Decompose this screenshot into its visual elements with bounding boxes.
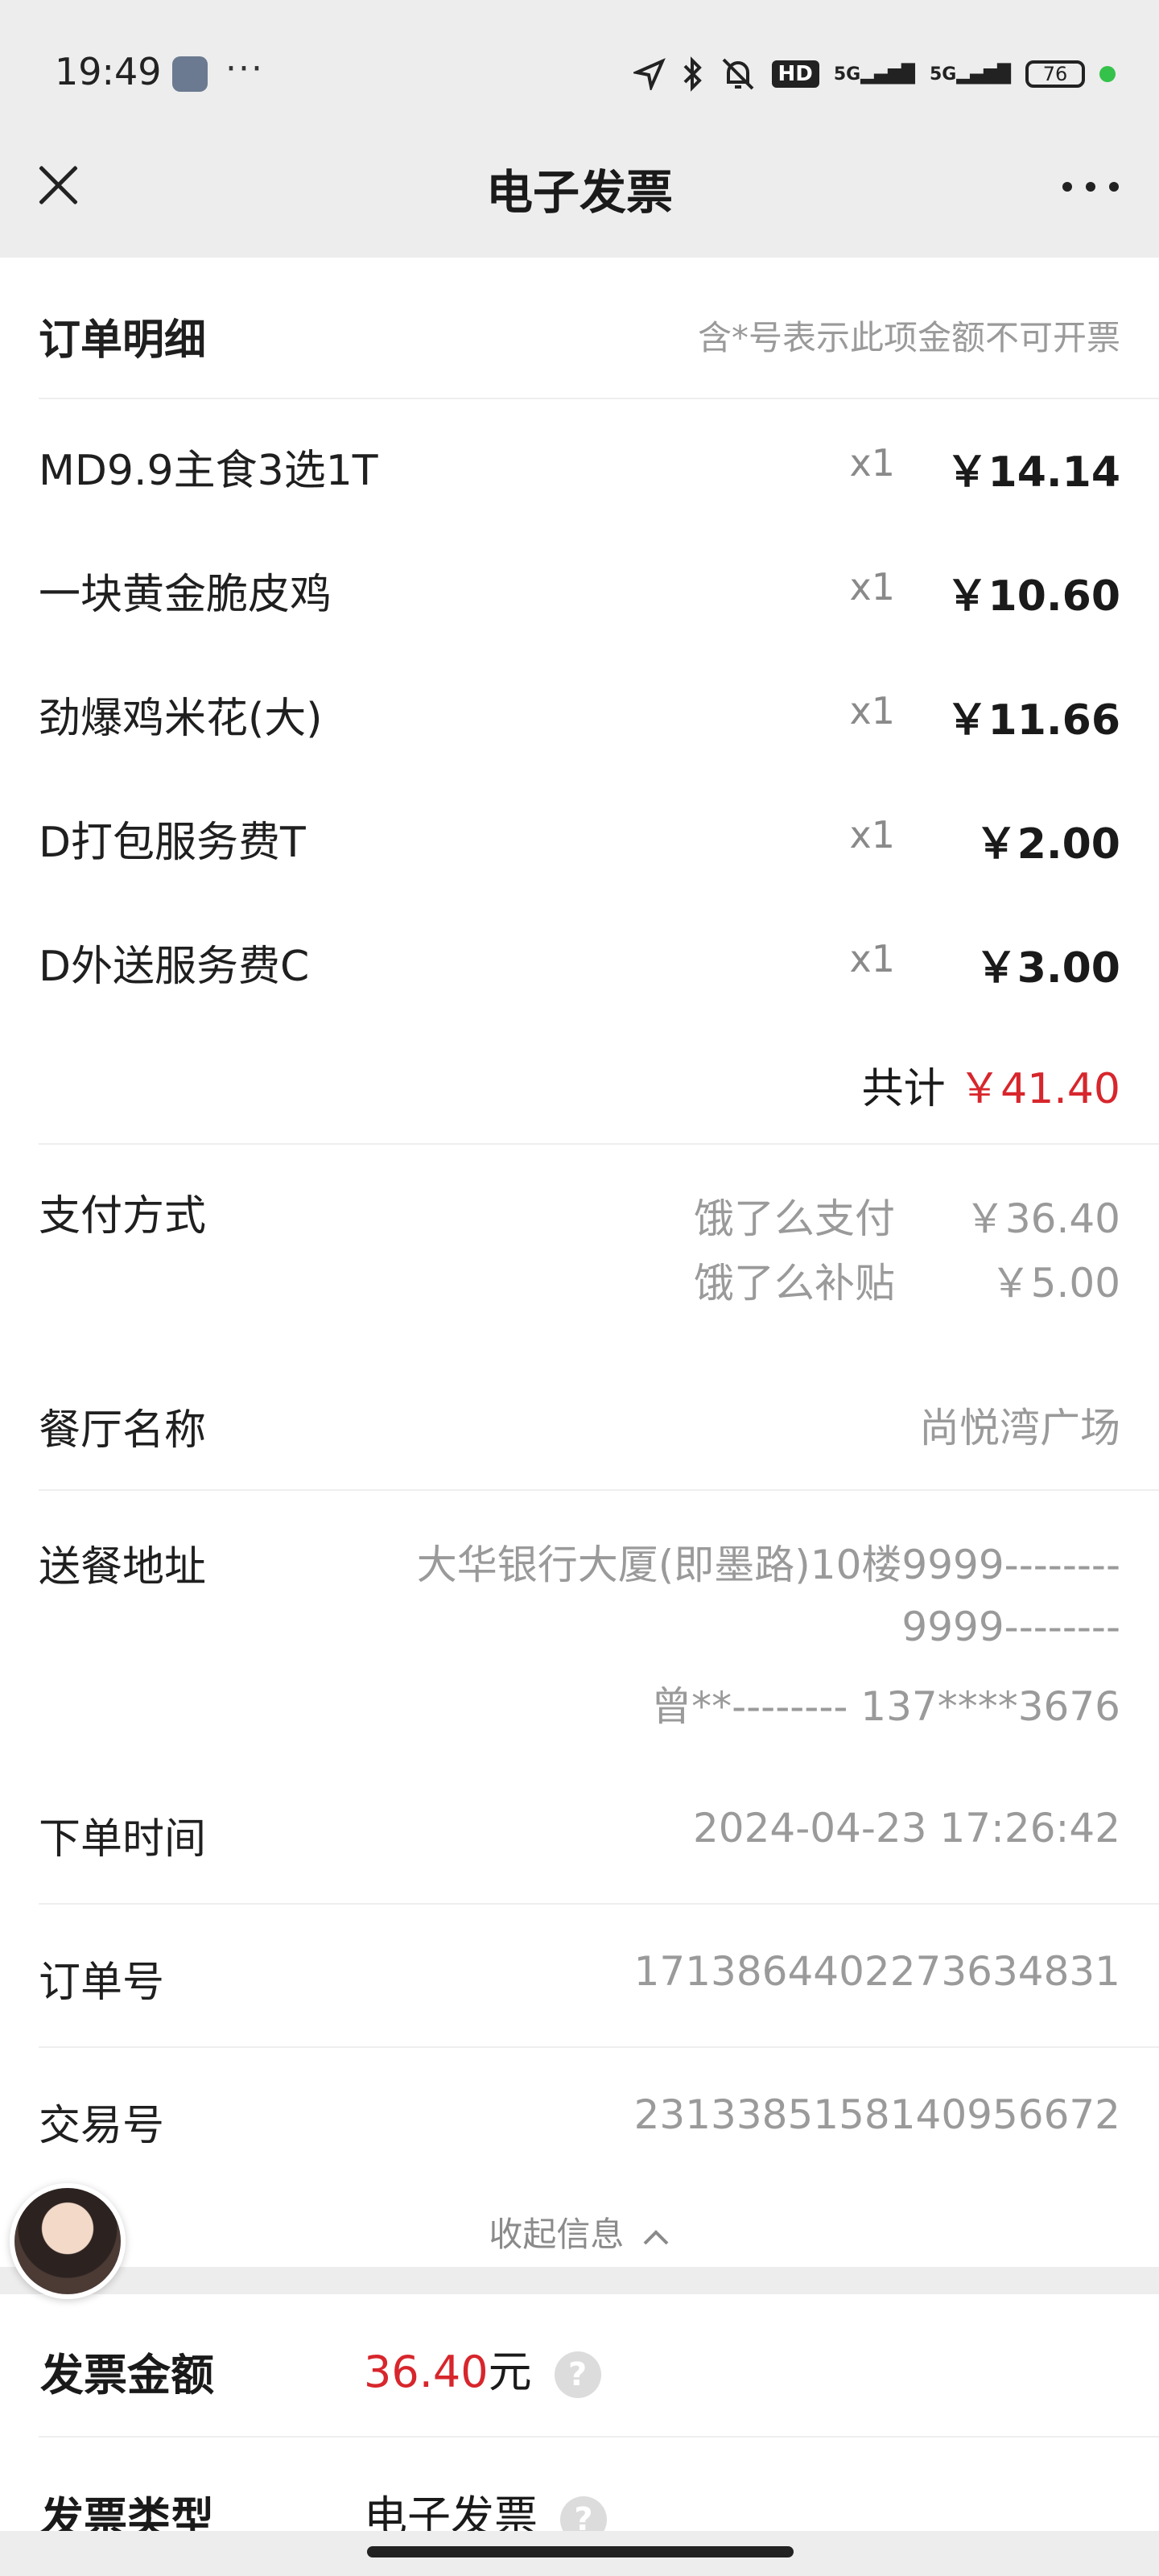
network-type: 5G bbox=[833, 64, 861, 85]
bluetooth-icon bbox=[683, 56, 702, 92]
order-no-row: 订单号 1713864402273634831 bbox=[39, 1948, 1120, 2008]
more-options-icon[interactable] bbox=[1062, 169, 1119, 201]
invoice-amount: 36.40元? bbox=[364, 2336, 601, 2400]
network-type-2: 5G bbox=[929, 64, 957, 85]
item-qty: x1 bbox=[849, 565, 896, 609]
item-price: ￥2.00 bbox=[975, 820, 1120, 869]
divider bbox=[39, 398, 1159, 399]
order-item: 劲爆鸡米花(大) x1 ￥11.66 bbox=[39, 684, 1120, 745]
total-row: 共计 ￥41.40 bbox=[39, 1055, 1120, 1113]
page-title: 电子发票 bbox=[485, 165, 673, 220]
divider bbox=[39, 1489, 1159, 1491]
item-name: D打包服务费T bbox=[39, 819, 306, 867]
address-row: 送餐地址 大华银行大厦(即墨路)10楼9999-------- 9999----… bbox=[39, 1533, 1120, 1742]
payment-method-name: 饿了么补贴 bbox=[694, 1260, 895, 1307]
status-time: 19:49 bbox=[55, 50, 162, 93]
item-price: ￥11.66 bbox=[946, 696, 1120, 745]
section-gap bbox=[0, 2267, 1159, 2294]
order-detail-heading: 订单明细 bbox=[39, 316, 207, 365]
item-name: 劲爆鸡米花(大) bbox=[39, 695, 323, 743]
address-line: 9999-------- bbox=[901, 1604, 1120, 1650]
restaurant-value: 尚悦湾广场 bbox=[919, 1405, 1120, 1451]
order-item: 一块黄金脆皮鸡 x1 ￥10.60 bbox=[39, 560, 1120, 621]
item-qty: x1 bbox=[849, 689, 896, 733]
item-name: MD9.9主食3选1T bbox=[39, 447, 378, 495]
order-detail-note: 含*号表示此项金额不可开票 bbox=[697, 318, 1120, 357]
status-icons: HD 5G▂▄▆█ 5G▂▄▆█ 76 bbox=[633, 53, 1116, 95]
divider bbox=[39, 2046, 1159, 2048]
signal-icon-2: 5G▂▄▆█ bbox=[929, 64, 1011, 85]
hd-badge: HD bbox=[771, 60, 819, 88]
order-detail-header: 订单明细 含*号表示此项金额不可开票 bbox=[39, 306, 1120, 366]
order-time-label: 下单时间 bbox=[39, 1815, 207, 1864]
restaurant-label: 餐厅名称 bbox=[39, 1406, 207, 1455]
battery-icon: 76 bbox=[1025, 60, 1085, 88]
address-contact: 曾**-------- 137****3676 bbox=[651, 1683, 1120, 1730]
divider bbox=[39, 1903, 1159, 1905]
total-label: 共计 bbox=[861, 1065, 946, 1113]
collapse-label: 收起信息 bbox=[489, 2215, 625, 2254]
invoice-amount-unit: 元 bbox=[488, 2347, 532, 2397]
order-no-value: 1713864402273634831 bbox=[633, 1948, 1120, 1995]
invoice-amount-label: 发票金额 bbox=[40, 2350, 214, 2401]
collapse-button[interactable]: 收起信息 bbox=[0, 2207, 1159, 2256]
item-price: ￥10.60 bbox=[946, 572, 1120, 621]
signal-icon: 5G▂▄▆█ bbox=[833, 64, 915, 85]
payment-method: 饿了么支付 ￥36.40 bbox=[39, 1187, 1120, 1243]
item-price: ￥14.14 bbox=[946, 448, 1120, 497]
location-icon bbox=[633, 58, 666, 90]
help-icon[interactable]: ? bbox=[554, 2351, 601, 2399]
floating-avatar[interactable] bbox=[10, 2183, 126, 2299]
payment-method-amount: ￥5.00 bbox=[990, 1260, 1120, 1307]
invoice-amount-value: 36.40 bbox=[364, 2347, 489, 2397]
invoice-section: 发票金额 36.40元? 发票类型 电子发票? bbox=[0, 2294, 1159, 2544]
home-indicator[interactable] bbox=[367, 2546, 794, 2557]
trade-no-row: 交易号 2313385158140956672 bbox=[39, 2091, 1120, 2152]
item-qty: x1 bbox=[849, 441, 896, 485]
total: 共计 ￥41.40 bbox=[862, 1055, 1120, 1115]
payment-method: 饿了么补贴 ￥5.00 bbox=[39, 1251, 1120, 1307]
trade-no-value: 2313385158140956672 bbox=[633, 2091, 1120, 2138]
payment-method-amount: ￥36.40 bbox=[964, 1195, 1120, 1242]
battery-level: 76 bbox=[1042, 63, 1068, 85]
total-value: ￥41.40 bbox=[959, 1065, 1120, 1113]
item-name: D外送服务费C bbox=[39, 943, 310, 991]
item-name: 一块黄金脆皮鸡 bbox=[39, 571, 332, 619]
order-item: D打包服务费T x1 ￥2.00 bbox=[39, 808, 1120, 869]
order-item: MD9.9主食3选1T x1 ￥14.14 bbox=[39, 436, 1120, 497]
address-line: 大华银行大厦(即墨路)10楼9999-------- bbox=[416, 1542, 1120, 1588]
divider bbox=[39, 1143, 1159, 1145]
wrench-icon bbox=[172, 56, 208, 92]
chevron-up-icon bbox=[643, 2229, 669, 2244]
restaurant-row: 餐厅名称 尚悦湾广场 bbox=[39, 1396, 1120, 1456]
address-label: 送餐地址 bbox=[39, 1543, 207, 1591]
item-qty: x1 bbox=[849, 937, 896, 980]
order-time-value: 2024-04-23 17:26:42 bbox=[692, 1805, 1120, 1852]
divider bbox=[39, 2436, 1159, 2438]
order-time-row: 下单时间 2024-04-23 17:26:42 bbox=[39, 1805, 1120, 1865]
more-status-icon: ··· bbox=[225, 48, 264, 89]
order-no-label: 订单号 bbox=[39, 1959, 165, 2007]
item-price: ￥3.00 bbox=[975, 944, 1120, 993]
payment-method-name: 饿了么支付 bbox=[694, 1195, 895, 1242]
item-qty: x1 bbox=[849, 813, 896, 857]
mute-icon bbox=[722, 58, 753, 90]
privacy-dot-icon bbox=[1099, 66, 1116, 82]
order-card: 订单明细 含*号表示此项金额不可开票 MD9.9主食3选1T x1 ￥14.14… bbox=[0, 258, 1159, 2267]
trade-no-label: 交易号 bbox=[39, 2102, 165, 2150]
order-item: D外送服务费C x1 ￥3.00 bbox=[39, 932, 1120, 993]
